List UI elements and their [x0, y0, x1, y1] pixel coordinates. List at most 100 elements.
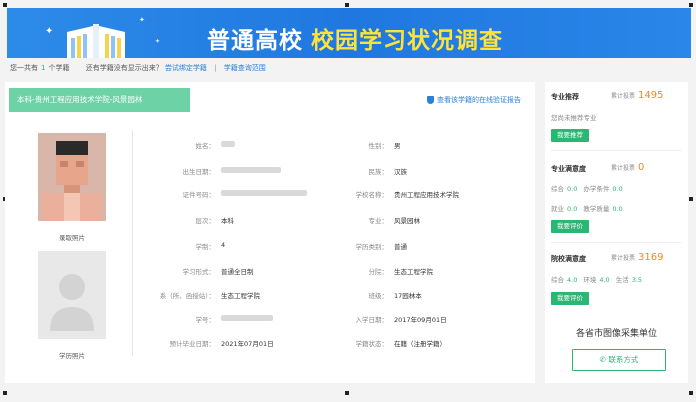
sparkle-icon: ✦ — [45, 26, 54, 37]
bind-record-link[interactable]: 尝试绑定学籍 — [165, 64, 207, 72]
major-recommend-votes: 累计投票 1495 — [611, 90, 663, 101]
shield-icon — [427, 96, 434, 104]
record-card: 本科-贵州工程应用技术学院-风景园林 查看该学籍的在线验证报告 录取照片 学历照… — [5, 82, 535, 383]
page-frame: ✦ ✦ ✦ 普通高校 校园学习状况调查 您一共有 1 个学籍 还有学籍没有显示出来？ … — [0, 0, 696, 402]
recommend-button[interactable]: 我要推荐 — [551, 129, 589, 142]
redacted-value — [221, 141, 235, 147]
banner-title: 普通高校 校园学习状况调查 — [207, 21, 503, 55]
field-label-major: 专业： — [368, 217, 389, 225]
verify-report-link[interactable]: 查看该学籍的在线验证报告 — [427, 95, 521, 105]
score-value: 0.0 — [567, 185, 578, 193]
field-value-branch: 生态工程学院 — [394, 268, 433, 276]
field-value-level: 本科 — [221, 217, 234, 225]
score-value: 0.0 — [612, 205, 623, 213]
field-label-ethnicity: 民族： — [368, 168, 389, 176]
score-value: 3.5 — [631, 276, 643, 284]
field-label-class: 班级： — [368, 292, 389, 300]
vote-label: 累计投票 — [611, 255, 636, 262]
field-label-study-mode: 学习形式： — [182, 268, 216, 276]
score-value: 0.0 — [567, 205, 578, 213]
score-label: 教学质量 — [583, 205, 610, 213]
sparkle-icon: ✦ — [139, 16, 145, 24]
contact-button-label: 联系方式 — [608, 355, 639, 364]
field-value-study-mode: 普通全日制 — [221, 268, 254, 276]
rate-school-button[interactable]: 我要评价 — [551, 292, 589, 305]
record-count-bar: 您一共有 1 个学籍 还有学籍没有显示出来？ 尝试绑定学籍 | 学籍查询范围 — [10, 63, 266, 73]
redacted-value — [221, 167, 281, 173]
field-value-id-number — [221, 189, 307, 197]
field-label-education-type: 学历类别： — [355, 243, 389, 251]
redacted-value — [221, 190, 307, 196]
verify-report-label: 查看该学籍的在线验证报告 — [437, 96, 521, 104]
record-tag[interactable]: 本科-贵州工程应用技术学院-风景园林 — [9, 88, 190, 112]
field-value-major: 风景园林 — [394, 217, 420, 225]
query-scope-link[interactable]: 学籍查询范围 — [224, 64, 266, 72]
field-value-ethnicity: 汉族 — [394, 168, 407, 176]
score-value: 4.0 — [567, 276, 578, 284]
score-label: 环境 — [583, 276, 597, 284]
crop-mark — [3, 391, 7, 395]
field-label-graduation-date: 预计毕业日期： — [169, 340, 216, 348]
field-value-enroll-date: 2017年09月01日 — [394, 316, 447, 324]
field-value-class: 17园林本 — [394, 292, 422, 300]
field-label-department: 系（所、函授站）： — [159, 292, 215, 300]
score-value: 4.0 — [599, 276, 610, 284]
rate-major-button[interactable]: 我要评价 — [551, 220, 589, 233]
field-label-duration: 学制： — [195, 243, 216, 251]
score-label: 就业 — [551, 205, 564, 213]
crop-mark — [3, 3, 7, 7]
field-label-branch: 分院： — [368, 268, 389, 276]
divider — [551, 150, 681, 151]
count-suffix: 个学籍 — [48, 64, 70, 72]
region-title: 各省市图像采集单位 — [575, 329, 657, 339]
field-value-education-type: 普通 — [394, 243, 407, 251]
divider — [551, 242, 681, 243]
school-satisfaction-votes: 累计投票 3169 — [611, 252, 663, 263]
banner-title-highlight: 校园学习状况调查 — [311, 28, 503, 54]
field-value-birthdate — [221, 166, 281, 174]
field-value-gender: 男 — [394, 142, 401, 150]
crop-mark — [689, 391, 693, 395]
field-label-student-id: 学号： — [195, 316, 216, 324]
field-value-status: 在籍（注册学籍） — [394, 340, 446, 348]
user-silhouette-icon — [50, 274, 94, 331]
field-label-status: 学籍状态： — [355, 340, 389, 348]
vote-count: 1495 — [638, 90, 664, 101]
field-label-gender: 性别： — [368, 142, 389, 150]
crop-mark — [345, 391, 349, 395]
score-label: 综合 — [551, 185, 564, 193]
major-score-row-1: 综合 0.0 办学条件 0.0 — [551, 183, 629, 193]
field-value-department: 生态工程学院 — [221, 292, 260, 300]
field-value-student-id — [221, 314, 273, 322]
vote-label: 累计投票 — [611, 165, 636, 172]
no-recommend-note: 您尚未推荐专业 — [551, 114, 597, 122]
open-book-icon — [67, 24, 125, 58]
record-count: 1 — [41, 64, 46, 72]
crop-mark — [689, 3, 693, 7]
banner-title-main: 普通高校 — [207, 28, 303, 54]
field-label-birthdate: 出生日期： — [182, 168, 216, 176]
degree-photo-placeholder — [38, 251, 106, 339]
field-label-level: 层次： — [195, 217, 216, 225]
sparkle-icon: ✦ — [155, 38, 161, 45]
field-value-school-name: 贵州工程应用技术学院 — [394, 191, 459, 199]
contact-button[interactable]: ✆ 联系方式 — [572, 349, 666, 371]
vote-label: 累计投票 — [611, 93, 636, 100]
score-label: 办学条件 — [583, 185, 610, 193]
crop-mark — [689, 197, 693, 201]
count-prefix: 您一共有 — [10, 64, 38, 72]
evaluation-sidebar: 专业推荐 累计投票 1495 您尚未推荐专业 我要推荐 专业满意度 累计投票 0 综… — [545, 82, 688, 383]
degree-photo-label: 学历照片 — [59, 352, 85, 360]
survey-banner[interactable]: ✦ ✦ ✦ 普通高校 校园学习状况调查 — [7, 8, 691, 58]
school-satisfaction-title: 院校满意度 — [551, 255, 586, 263]
missing-records-question: 还有学籍没有显示出来？ — [85, 64, 163, 72]
redacted-value — [221, 315, 273, 321]
vote-count: 3169 — [638, 252, 664, 263]
field-value-name — [221, 140, 235, 148]
admission-photo-label: 录取照片 — [59, 234, 85, 242]
field-label-id-number: 证件号码： — [182, 191, 216, 199]
admission-photo — [38, 133, 106, 221]
field-label-school-name: 学校名称： — [355, 191, 389, 199]
major-satisfaction-votes: 累计投票 0 — [611, 162, 644, 173]
field-value-duration: 4 — [221, 241, 226, 249]
